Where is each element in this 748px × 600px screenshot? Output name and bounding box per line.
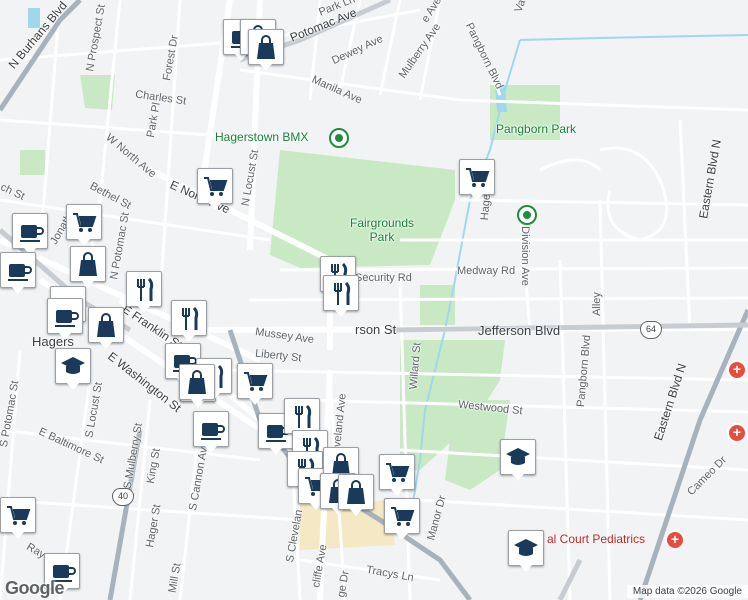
google-logo: Google — [5, 578, 65, 598]
hospital-icon-2[interactable]: + — [727, 360, 747, 380]
poi-marker-shopping-cart[interactable] — [0, 497, 36, 539]
label-jefferson-blvd: Jefferson Blvd — [478, 323, 561, 338]
school-icon — [61, 357, 85, 374]
label-fairgrounds-park[interactable]: Fairgrounds Park — [350, 216, 414, 244]
poi-marker-shopping-bag[interactable] — [248, 29, 284, 71]
label-pangborn-park[interactable]: Pangborn Park — [496, 122, 576, 136]
label-hagerstown-bmx[interactable]: Hagerstown BMX — [215, 130, 308, 144]
school-icon — [514, 539, 538, 556]
poi-marker-shopping-bag[interactable] — [88, 307, 124, 349]
bmx-place-icon[interactable] — [329, 128, 349, 148]
label-security-rd: Security Rd — [355, 272, 412, 284]
poi-marker-shopping-cart[interactable] — [66, 204, 102, 246]
poi-marker-school[interactable] — [508, 530, 544, 572]
shopping-cart-icon — [7, 506, 31, 525]
poi-marker-shopping-bag[interactable] — [179, 364, 215, 406]
poi-marker-restaurant[interactable] — [171, 300, 207, 342]
poi-marker-restaurant[interactable] — [284, 398, 320, 440]
shopping-bag-icon — [188, 370, 206, 394]
poi-marker-shopping-cart[interactable] — [237, 363, 273, 405]
shopping-cart-icon — [466, 168, 490, 187]
label-alley: Alley — [590, 292, 603, 316]
poi-marker-cafe[interactable] — [193, 411, 229, 453]
cafe-icon — [55, 310, 79, 327]
school-icon — [506, 448, 530, 465]
cafe-icon — [201, 423, 225, 440]
route-40-shield: 40 — [112, 488, 134, 506]
poi-marker-cafe[interactable] — [0, 252, 36, 294]
poi-marker-shopping-cart[interactable] — [459, 159, 495, 201]
shopping-bag-icon — [97, 313, 115, 337]
poi-marker-cafe[interactable] — [47, 298, 83, 340]
poi-marker-school[interactable] — [500, 439, 536, 481]
shopping-bag-icon — [347, 480, 365, 504]
hospital-icon[interactable]: + — [665, 530, 685, 550]
poi-marker-shopping-cart[interactable] — [379, 454, 415, 496]
poi-marker-shopping-bag[interactable] — [70, 246, 106, 288]
poi-marker-school[interactable] — [55, 348, 91, 390]
restaurant-icon — [295, 404, 312, 428]
shopping-cart-icon — [391, 507, 415, 526]
map-canvas[interactable]: Park Ln Potomac Ave e Ave Dewey Ave Mulb… — [0, 0, 748, 600]
map-attribution[interactable]: Map data ©2026 Google — [626, 585, 748, 598]
restaurant-icon — [137, 277, 154, 301]
cafe-icon — [20, 225, 44, 242]
shopping-bag-icon — [257, 35, 275, 59]
poi-marker-restaurant[interactable] — [323, 275, 359, 317]
label-division-ave: Division Ave — [518, 226, 531, 286]
poi-marker-shopping-bag[interactable] — [338, 474, 374, 516]
shopping-cart-icon — [244, 372, 268, 391]
shopping-bag-icon — [79, 252, 97, 276]
poi-marker-restaurant[interactable] — [126, 271, 162, 313]
label-jefferson-st: rson St — [355, 322, 397, 337]
label-medway-rd: Medway Rd — [457, 265, 516, 277]
shopping-cart-icon — [204, 177, 228, 196]
hospital-icon-3[interactable]: + — [727, 423, 747, 443]
restaurant-icon — [182, 306, 199, 330]
cafe-icon — [8, 264, 32, 281]
shopping-cart-icon — [73, 213, 97, 232]
poi-marker-cafe[interactable] — [12, 213, 48, 255]
restaurant-icon — [334, 281, 351, 305]
map-base-layer — [0, 0, 748, 600]
shopping-cart-icon — [386, 463, 410, 482]
label-court-pediatrics[interactable]: al Court Pediatrics — [547, 532, 645, 546]
poi-marker-shopping-cart[interactable] — [384, 498, 420, 540]
poi-marker-shopping-cart[interactable] — [197, 168, 233, 210]
park-place-icon[interactable] — [517, 205, 537, 225]
route-64-shield: 64 — [640, 321, 662, 339]
